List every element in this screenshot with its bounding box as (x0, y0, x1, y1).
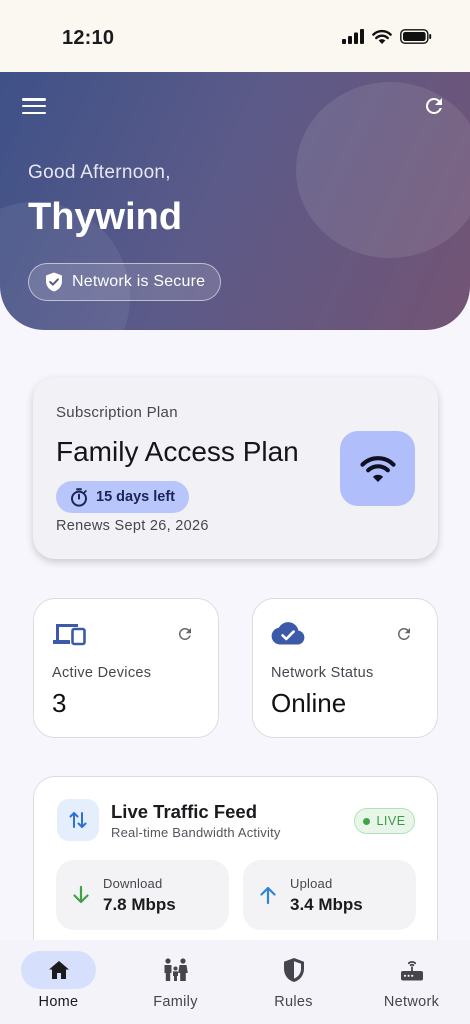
refresh-icon[interactable] (422, 94, 446, 118)
status-icons (342, 29, 432, 44)
router-icon (400, 961, 423, 981)
battery-icon (400, 29, 432, 44)
user-name: Thywind (28, 196, 183, 238)
status-bar: 12:10 (0, 0, 470, 74)
nav-pill (138, 951, 213, 989)
cloud-check-icon (271, 622, 305, 645)
swap-vertical-icon (69, 812, 87, 828)
plan-name: Family Access Plan (56, 436, 299, 467)
upload-label: Upload (290, 876, 333, 891)
refresh-icon[interactable] (176, 625, 194, 643)
live-badge: LIVE (354, 808, 415, 834)
traffic-subtitle: Real-time Bandwidth Activity (111, 825, 281, 840)
network-secure-chip[interactable]: Network is Secure (28, 263, 222, 301)
days-left-chip: 15 days left (56, 481, 189, 513)
wifi-icon (359, 455, 396, 482)
subscription-card[interactable]: Subscription Plan Family Access Plan 15 … (33, 377, 438, 559)
nav-label: Rules (274, 994, 313, 1010)
stat-value: 3 (52, 688, 67, 718)
nav-item-rules[interactable]: Rules (235, 940, 352, 1024)
arrow-down-icon (73, 885, 89, 904)
traffic-icon-tile (57, 799, 99, 841)
live-dot-icon (363, 817, 371, 825)
stat-value: Online (271, 688, 347, 718)
home-icon (48, 961, 69, 979)
subscription-label: Subscription Plan (56, 404, 178, 421)
active-devices-card[interactable]: Active Devices 3 (33, 598, 219, 738)
bottom-navigation: Home Family Rules Network (0, 940, 470, 1024)
devices-icon (53, 624, 86, 646)
upload-speed-box: Upload 3.4 Mbps (243, 860, 416, 930)
shield-icon (283, 958, 304, 982)
download-value: 7.8 Mbps (103, 895, 176, 914)
nav-pill (21, 951, 96, 989)
timer-icon (71, 487, 87, 507)
nav-label: Family (153, 994, 198, 1010)
nav-pill (374, 951, 449, 989)
days-left-label: 15 days left (96, 489, 175, 505)
shield-check-icon (46, 272, 62, 292)
network-secure-label: Network is Secure (72, 273, 206, 290)
nav-item-home[interactable]: Home (0, 940, 117, 1024)
live-label: LIVE (376, 814, 406, 828)
renewal-date: Renews Sept 26, 2026 (56, 518, 209, 534)
arrow-up-icon (260, 886, 276, 905)
family-icon (164, 958, 188, 981)
wifi-plan-badge (340, 431, 415, 506)
nav-item-family[interactable]: Family (117, 940, 234, 1024)
wifi-status-icon (372, 29, 392, 44)
download-label: Download (103, 876, 163, 891)
stat-label: Network Status (271, 665, 374, 681)
traffic-title: Live Traffic Feed (111, 801, 257, 822)
cellular-signal-icon (342, 29, 364, 44)
stat-label: Active Devices (52, 665, 152, 681)
nav-pill (256, 951, 331, 989)
nav-label: Network (383, 994, 440, 1010)
hero-header: Good Afternoon, Thywind Network is Secur… (0, 72, 470, 330)
menu-icon[interactable] (22, 98, 46, 115)
greeting-text: Good Afternoon, (28, 162, 171, 183)
nav-label: Home (38, 994, 79, 1010)
download-speed-box: Download 7.8 Mbps (56, 860, 229, 930)
upload-value: 3.4 Mbps (290, 895, 363, 914)
nav-item-network[interactable]: Network (353, 940, 470, 1024)
network-status-card[interactable]: Network Status Online (252, 598, 438, 738)
refresh-icon[interactable] (395, 625, 413, 643)
status-time: 12:10 (62, 27, 115, 49)
